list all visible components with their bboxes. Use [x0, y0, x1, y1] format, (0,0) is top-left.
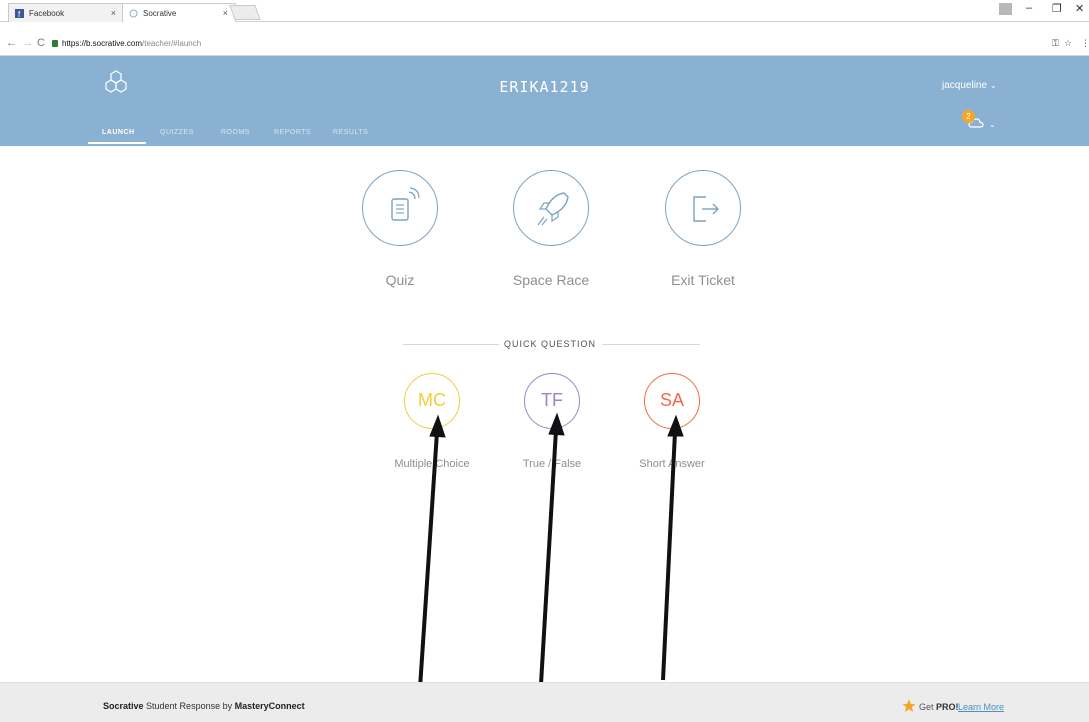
active-tab-indicator: [88, 142, 146, 144]
chevron-down-icon[interactable]: ⌄: [989, 120, 996, 129]
nav-tab-rooms[interactable]: ROOMS: [221, 129, 250, 136]
nav-tab-launch[interactable]: LAUNCH: [102, 129, 135, 136]
menu-icon[interactable]: ⋮: [1081, 38, 1089, 49]
exit-icon: [693, 196, 719, 222]
chevron-down-icon: ⌄: [990, 81, 997, 90]
close-tab-icon[interactable]: ×: [223, 4, 228, 23]
close-tab-icon[interactable]: ×: [111, 4, 116, 23]
quiz-icon: [391, 187, 420, 221]
multiple-choice-button[interactable]: MC: [404, 373, 460, 429]
profile-icon[interactable]: [999, 3, 1012, 15]
nav-tab-quizzes[interactable]: QUIZZES: [160, 129, 194, 136]
pro-label: PRO!: [936, 702, 959, 712]
browser-tab-strip: f Facebook × Socrative × – ❐ ✕: [0, 0, 1089, 22]
true-false-label: True / False: [522, 458, 582, 470]
minimize-icon[interactable]: –: [1026, 2, 1032, 14]
true-false-button[interactable]: TF: [524, 373, 580, 429]
restore-icon[interactable]: ❐: [1052, 2, 1062, 15]
arrow-mc: [418, 431, 439, 689]
tab-label: Facebook: [29, 9, 65, 18]
nav-tab-reports[interactable]: REPORTS: [274, 129, 311, 136]
forward-icon[interactable]: →: [22, 37, 33, 49]
browser-tab-facebook[interactable]: f Facebook ×: [8, 3, 124, 22]
nav-tab-results[interactable]: RESULTS: [333, 129, 368, 136]
exit-ticket-button[interactable]: [665, 170, 741, 246]
new-tab-button[interactable]: [229, 5, 261, 20]
tf-label: TF: [541, 390, 563, 410]
space-race-button[interactable]: [513, 170, 589, 246]
get-pro-text: Get PRO!: [919, 702, 959, 712]
multiple-choice-label: Multiple Choice: [394, 458, 470, 470]
quiz-button[interactable]: [362, 170, 438, 246]
url-field[interactable]: https://b.socrative.com/teacher/#launch: [62, 39, 201, 48]
user-name: jacqueline: [942, 80, 988, 91]
quiz-label: Quiz: [385, 272, 415, 288]
reload-icon[interactable]: C: [37, 37, 45, 49]
sa-label: SA: [659, 390, 684, 410]
tab-label: Socrative: [143, 9, 177, 18]
footer-middle: Student Response by: [143, 701, 235, 711]
footer-brand: Socrative: [103, 701, 144, 711]
facebook-icon: f: [15, 9, 24, 18]
get-label: Get: [919, 702, 937, 712]
rocket-icon: [537, 192, 569, 226]
close-window-icon[interactable]: ✕: [1075, 2, 1084, 15]
notification-badge: 2: [962, 110, 975, 123]
quick-question-title: QUICK QUESTION: [503, 339, 596, 349]
exit-ticket-label: Exit Ticket: [671, 272, 735, 288]
key-icon[interactable]: ⚿: [1052, 38, 1059, 49]
room-name: ERIKA1219: [499, 78, 590, 96]
star-icon: [902, 699, 916, 712]
short-answer-label: Short Answer: [639, 458, 705, 470]
learn-more-link[interactable]: Learn More: [958, 702, 1004, 712]
address-bar: ← → C https://b.socrative.com/teacher/#l…: [0, 34, 1089, 56]
socrative-window: f Facebook × Socrative × – ❐ ✕ ← → C htt…: [0, 0, 1089, 722]
socrative-favicon-icon: [129, 9, 138, 18]
bookmark-star-icon[interactable]: ☆: [1064, 38, 1072, 49]
browser-tab-socrative[interactable]: Socrative ×: [122, 3, 236, 22]
footer-company: MasteryConnect: [234, 701, 305, 711]
back-icon[interactable]: ←: [6, 37, 17, 49]
user-menu[interactable]: jacqueline ⌄: [942, 80, 997, 91]
footer-credit: Socrative Student Response by MasteryCon…: [103, 701, 305, 711]
mc-label: MC: [418, 390, 446, 410]
lock-icon: [52, 40, 58, 47]
short-answer-button[interactable]: SA: [644, 373, 700, 429]
space-race-label: Space Race: [512, 272, 590, 288]
